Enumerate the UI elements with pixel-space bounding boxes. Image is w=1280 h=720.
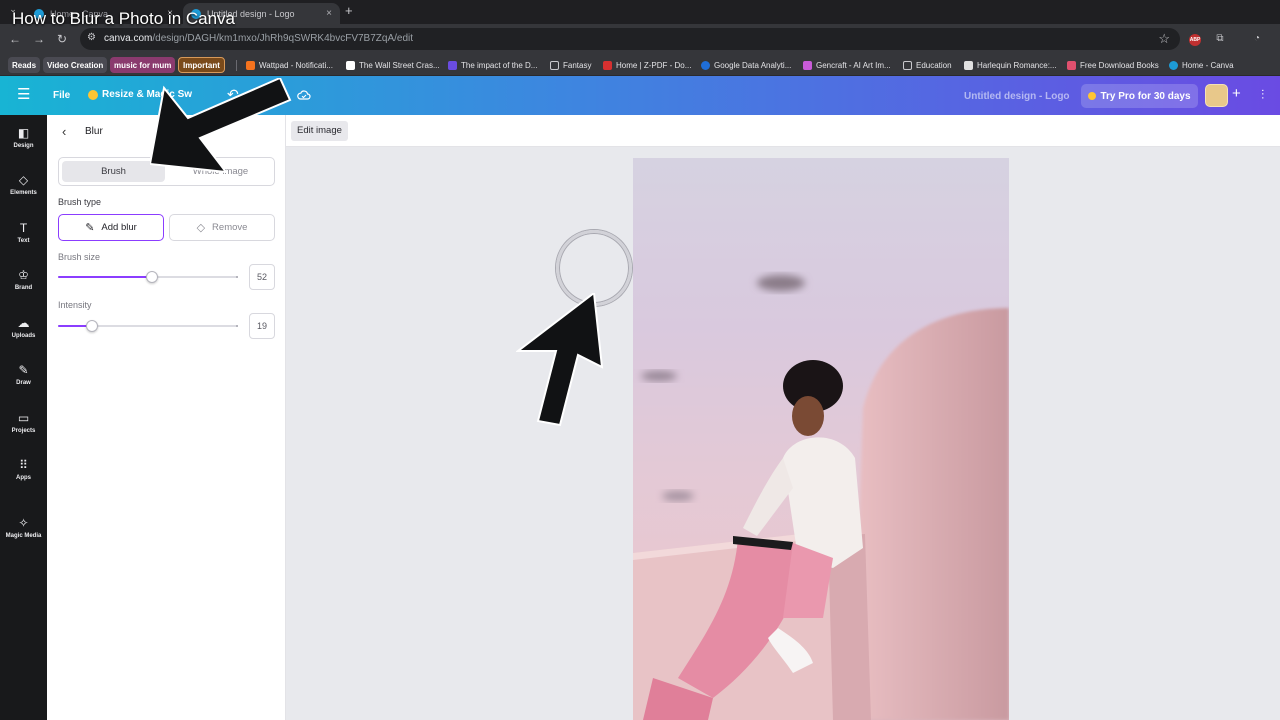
site-info-icon[interactable]: ⚙	[87, 32, 96, 43]
blur-panel: ‹ Blur Brush Whole image Brush type ✎ Ad…	[47, 115, 286, 720]
back-chevron-icon[interactable]: ‹	[62, 124, 66, 139]
url-text: canva.com/design/DAGH/km1mxo/JhRh9qSWRK4…	[104, 33, 414, 44]
reload-icon[interactable]: ↻	[54, 31, 70, 47]
bookmark-wattpad[interactable]: Wattpad - Notificati...	[246, 57, 333, 73]
insights-icon[interactable]: ⫶	[1261, 87, 1264, 103]
history-icon[interactable]: ◔	[1249, 31, 1265, 47]
panel-title: Blur	[85, 126, 103, 137]
design-photo[interactable]	[633, 158, 1009, 720]
canvas-workspace: Edit image	[286, 115, 1280, 720]
bookmark-reads[interactable]: Reads	[8, 57, 41, 73]
screen: ⌄ Home - Canva × Untitled design - Logo …	[0, 0, 1280, 720]
zpdf-icon	[603, 60, 612, 70]
add-blur-button[interactable]: ✎ Add blur	[58, 214, 164, 241]
rail-item-draw[interactable]: ✎ Draw	[0, 363, 47, 405]
folder-icon	[550, 60, 559, 70]
forward-icon[interactable]: →	[31, 31, 47, 47]
bookmark-wall-street[interactable]: The Wall Street Cras...	[346, 57, 440, 73]
design-icon: ◧	[17, 126, 30, 140]
bookmark-harlequin[interactable]: Harlequin Romance:...	[964, 57, 1057, 73]
rail-item-text[interactable]: T Text	[0, 221, 47, 263]
rail-item-apps[interactable]: ⠿ Apps	[0, 458, 47, 500]
photo-illustration	[633, 275, 1009, 720]
rail-item-elements[interactable]: ◇ Elements	[0, 173, 47, 215]
intensity-input[interactable]: 19	[249, 313, 275, 339]
gencraft-icon	[803, 60, 812, 70]
bookmark-impact[interactable]: The impact of the D...	[448, 57, 537, 73]
design-title[interactable]: Untitled design - Logo	[964, 91, 1070, 102]
harlequin-icon	[964, 60, 973, 70]
draw-icon: ✎	[18, 363, 29, 377]
brush-size-slider[interactable]	[58, 271, 238, 283]
bookmark-music-for-mum[interactable]: music for mum	[110, 57, 176, 73]
hamburger-menu-icon[interactable]: ☰	[17, 87, 31, 103]
elements-icon: ◇	[18, 173, 29, 187]
brush-type-label: Brush type	[58, 197, 102, 207]
apps-icon: ⠿	[19, 458, 28, 472]
rail-item-magic-media[interactable]: ✧ Magic Media	[0, 516, 47, 558]
rail-item-brand[interactable]: ♔ Brand	[0, 268, 47, 310]
brush-size-label: Brush size	[58, 252, 101, 262]
back-icon[interactable]: ←	[7, 31, 23, 47]
bookmark-separator	[236, 60, 237, 71]
pen-icon: ✎	[85, 222, 95, 234]
avatar[interactable]	[1205, 84, 1228, 107]
file-menu[interactable]: File	[53, 90, 70, 101]
context-toolbar: Edit image	[286, 115, 1280, 147]
folder-icon	[903, 60, 912, 70]
brand-icon: ♔	[18, 268, 29, 282]
bookmark-free-books[interactable]: Free Download Books	[1067, 57, 1159, 73]
slider-end-dot	[236, 276, 238, 278]
bookmark-zpdf[interactable]: Home | Z-PDF - Do...	[603, 57, 691, 73]
magic-media-icon: ✧	[18, 516, 29, 530]
remove-blur-button[interactable]: ◇ Remove	[169, 214, 275, 241]
add-collaborator-icon[interactable]: +	[1232, 85, 1241, 102]
adblock-extension-icon[interactable]: ABP	[1189, 34, 1201, 46]
bookmarks-bar: Reads Video Creation music for mum Impor…	[0, 54, 1280, 76]
coursera-icon	[701, 60, 710, 70]
video-title: How to Blur a Photo in Canva	[12, 9, 236, 28]
site-icon	[448, 60, 457, 70]
bookmark-folder-fantasy[interactable]: Fantasy	[550, 57, 591, 73]
slider-fill	[58, 276, 152, 278]
tutorial-arrow-icon	[516, 293, 604, 427]
tab-close-icon[interactable]: ×	[326, 8, 332, 19]
slider-knob[interactable]	[145, 271, 158, 283]
h-logo-icon	[346, 60, 355, 70]
address-bar[interactable]: ⚙ canva.com/design/DAGH/km1mxo/JhRh9qSWR…	[80, 28, 1180, 50]
bookmark-important[interactable]: Important	[178, 57, 225, 73]
tutorial-arrow-icon	[150, 78, 292, 174]
crown-icon	[1088, 92, 1097, 100]
projects-icon: ▭	[17, 411, 30, 425]
crown-icon	[88, 89, 98, 100]
intensity-slider[interactable]	[58, 320, 238, 332]
bookmark-star-icon[interactable]: ☆	[1158, 31, 1170, 47]
text-icon: T	[19, 221, 28, 235]
side-rail: ◧ Design ◇ Elements T Text ♔ Brand ☁ Uploads …	[0, 115, 47, 720]
wattpad-icon	[246, 60, 255, 70]
bookmark-video-creation[interactable]: Video Creation	[43, 57, 108, 73]
uploads-icon: ☁	[17, 316, 30, 330]
canva-favicon-icon	[1169, 60, 1178, 70]
bookmark-folder-education[interactable]: Education	[903, 57, 952, 73]
try-pro-button[interactable]: Try Pro for 30 days	[1081, 84, 1198, 108]
rail-item-projects[interactable]: ▭ Projects	[0, 411, 47, 453]
rail-item-uploads[interactable]: ☁ Uploads	[0, 316, 47, 358]
new-tab-button[interactable]: +	[345, 3, 353, 18]
extensions-puzzle-icon[interactable]: ⧉	[1212, 31, 1228, 47]
intensity-label: Intensity	[58, 300, 92, 310]
brush-size-input[interactable]: 52	[249, 264, 275, 290]
rail-item-design[interactable]: ◧ Design	[0, 126, 47, 168]
slider-end-dot	[236, 325, 238, 327]
slider-knob[interactable]	[86, 320, 99, 332]
books-icon	[1067, 60, 1076, 70]
bookmark-home-canva[interactable]: Home - Canva	[1169, 57, 1234, 73]
bookmark-gencraft[interactable]: Gencraft - AI Art Im...	[803, 57, 891, 73]
eraser-icon: ◇	[196, 222, 206, 234]
bookmark-google-data[interactable]: Google Data Analyti...	[701, 57, 791, 73]
